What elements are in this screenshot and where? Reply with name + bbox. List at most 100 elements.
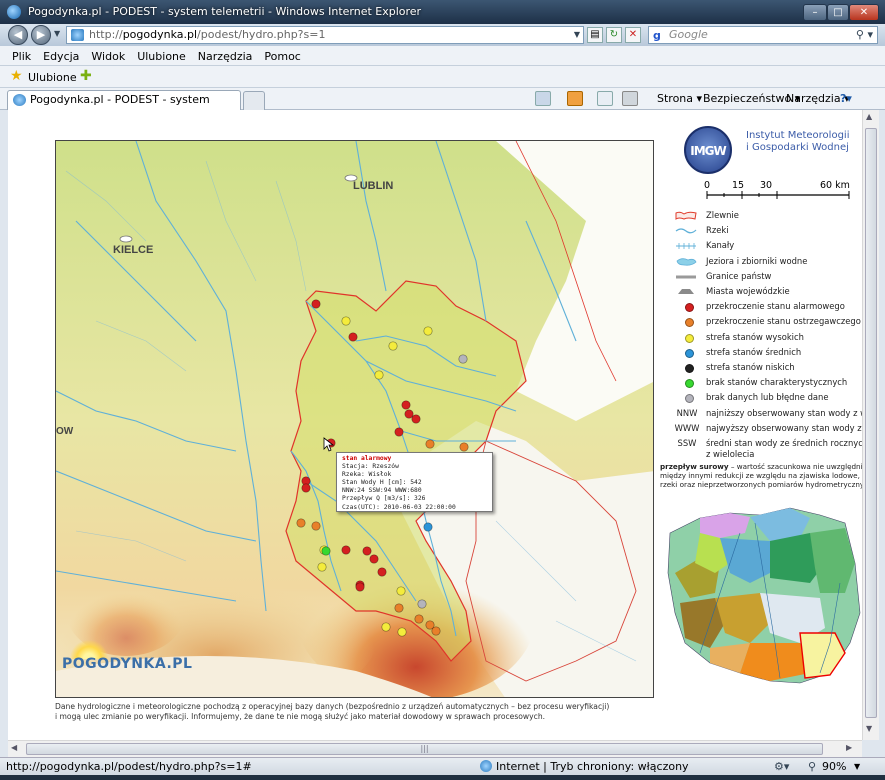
hydro-map[interactable]: LUBLIN KIELCE OW stan alarmowy Stacja: R… bbox=[55, 140, 654, 698]
address-path: /podest/hydro.php?s=1 bbox=[197, 28, 326, 41]
refresh-icon[interactable]: ↻ bbox=[606, 27, 622, 43]
station-marker-alarm[interactable] bbox=[394, 427, 404, 437]
page-menu[interactable]: Strona ▾ bbox=[657, 92, 702, 105]
station-marker-warn[interactable] bbox=[425, 439, 435, 449]
station-marker-alarm[interactable] bbox=[377, 567, 387, 577]
compat-view-icon[interactable]: ▤ bbox=[587, 27, 603, 43]
legend-dot-icon bbox=[685, 379, 694, 389]
menu-edycja[interactable]: Edycja bbox=[43, 50, 79, 63]
disclaimer-line-1: Dane hydrologiczne i meteorologiczne poc… bbox=[55, 702, 610, 711]
station-marker-high[interactable] bbox=[341, 316, 351, 326]
status-bar: http://pogodynka.pl/podest/hydro.php?s=1… bbox=[0, 757, 885, 775]
station-marker-warn[interactable] bbox=[431, 626, 441, 636]
station-marker-alarm[interactable] bbox=[311, 299, 321, 309]
favorites-star-icon[interactable]: ★ bbox=[10, 68, 23, 84]
back-button[interactable]: ◀ bbox=[8, 25, 28, 45]
station-marker-high[interactable] bbox=[317, 562, 327, 572]
popup-station: Stacja: Rzeszów bbox=[342, 463, 399, 471]
search-icon[interactable]: ⚲ ▾ bbox=[856, 27, 873, 43]
station-popup: stan alarmowy Stacja: Rzeszów Rzeka: Wis… bbox=[336, 452, 493, 512]
maximize-button[interactable]: □ bbox=[827, 4, 849, 21]
forward-button[interactable]: ▶ bbox=[31, 25, 51, 45]
status-url: http://pogodynka.pl/podest/hydro.php?s=1… bbox=[6, 760, 252, 773]
station-marker-nodata[interactable] bbox=[458, 354, 468, 364]
station-marker-nodata[interactable] bbox=[417, 599, 427, 609]
address-toolbar: ◀ ▶ ▼ http://pogodynka.pl/podest/hydro.p… bbox=[0, 24, 885, 46]
station-marker-warn[interactable] bbox=[459, 442, 469, 452]
new-tab-button[interactable] bbox=[243, 91, 265, 110]
zoom-dropdown-icon[interactable]: ▼ bbox=[854, 759, 860, 775]
station-marker-high[interactable] bbox=[388, 341, 398, 351]
legend-symbol-dot bbox=[674, 362, 698, 373]
station-marker-high[interactable] bbox=[423, 326, 433, 336]
station-marker-warn[interactable] bbox=[311, 521, 321, 531]
station-marker-alarm[interactable] bbox=[341, 545, 351, 555]
station-marker-alarm[interactable] bbox=[401, 400, 411, 410]
station-marker-warn[interactable] bbox=[414, 614, 424, 624]
vertical-scroll-thumb[interactable] bbox=[865, 128, 877, 718]
legend-label: Kanały bbox=[706, 240, 735, 251]
legend-dot-icon bbox=[685, 348, 694, 358]
menu-pomoc[interactable]: Pomoc bbox=[264, 50, 300, 63]
zoom-icon[interactable]: ⚲ bbox=[808, 759, 816, 775]
imgw-logo: IMGW bbox=[684, 126, 732, 174]
address-dropdown-icon[interactable]: ▼ bbox=[574, 27, 580, 43]
disclaimer: Dane hydrologiczne i meteorologiczne poc… bbox=[55, 702, 655, 721]
history-dropdown-icon[interactable]: ▼ bbox=[54, 29, 60, 38]
address-bar[interactable]: http://pogodynka.pl/podest/hydro.php?s=1… bbox=[66, 26, 584, 44]
legend-symbol-dot bbox=[674, 332, 698, 343]
station-marker-alarm[interactable] bbox=[369, 554, 379, 564]
poland-overview-map[interactable] bbox=[660, 503, 865, 693]
station-marker-high[interactable] bbox=[397, 627, 407, 637]
menu-widok[interactable]: Widok bbox=[91, 50, 125, 63]
menu-plik[interactable]: Plik bbox=[12, 50, 31, 63]
scroll-up-icon[interactable]: ▲ bbox=[866, 112, 872, 121]
station-marker-mid[interactable] bbox=[423, 522, 433, 532]
tab-current[interactable]: Pogodynka.pl - PODEST - system telemetri… bbox=[7, 90, 241, 124]
legend-dot-icon bbox=[685, 394, 694, 404]
menu-ulubione[interactable]: Ulubione bbox=[137, 50, 186, 63]
station-marker-none[interactable] bbox=[321, 546, 331, 556]
station-marker-high[interactable] bbox=[381, 622, 391, 632]
pogodynka-logo[interactable]: POGODYNKA.PL bbox=[62, 656, 192, 672]
scroll-down-icon[interactable]: ▼ bbox=[866, 724, 872, 733]
stop-icon[interactable]: ✕ bbox=[625, 27, 641, 43]
legend-symbol-dot bbox=[674, 301, 698, 313]
station-marker-warn[interactable] bbox=[296, 518, 306, 528]
station-marker-alarm[interactable] bbox=[348, 332, 358, 342]
mail-icon[interactable] bbox=[597, 91, 613, 106]
station-marker-alarm[interactable] bbox=[411, 414, 421, 424]
legend-symbol-basin bbox=[674, 210, 698, 221]
vertical-scrollbar[interactable]: ▲ ▼ bbox=[862, 110, 879, 740]
station-marker-alarm[interactable] bbox=[301, 483, 311, 493]
print-icon[interactable] bbox=[622, 91, 638, 106]
help-menu[interactable]: ?▾ bbox=[840, 92, 852, 105]
window-title: Pogodynka.pl - PODEST - system telemetri… bbox=[28, 5, 422, 18]
add-favorite-icon[interactable]: ✚ bbox=[80, 68, 92, 84]
scroll-right-icon[interactable]: ▶ bbox=[846, 743, 852, 752]
minimize-button[interactable]: – bbox=[803, 4, 827, 21]
favorites-button[interactable]: Ulubione bbox=[28, 71, 77, 84]
legend-label: Rzeki bbox=[706, 225, 729, 236]
station-marker-alarm[interactable] bbox=[355, 582, 365, 592]
protected-mode-icon[interactable]: ⚙▾ bbox=[774, 759, 789, 775]
search-input[interactable]: g Google ⚲ ▾ bbox=[648, 26, 878, 44]
scroll-left-icon[interactable]: ◀ bbox=[11, 743, 17, 752]
legend-label: Zlewnie bbox=[706, 210, 739, 220]
horizontal-scrollbar[interactable]: ◀ ||| ▶ bbox=[8, 740, 862, 757]
horizontal-scroll-thumb[interactable]: ||| bbox=[26, 743, 823, 755]
feeds-icon[interactable] bbox=[567, 91, 583, 106]
station-marker-warn[interactable] bbox=[394, 603, 404, 613]
home-icon[interactable] bbox=[535, 91, 551, 106]
flow-note-rest: – wartość szacunkowa nie uwzględniają bbox=[728, 463, 865, 471]
station-marker-high[interactable] bbox=[374, 370, 384, 380]
station-marker-alarm[interactable] bbox=[404, 409, 414, 419]
zoom-level[interactable]: 90% bbox=[822, 759, 846, 775]
disclaimer-line-2: i mogą ulec zmianie po weryfikacji. Info… bbox=[55, 711, 546, 721]
menu-narzedzia[interactable]: Narzędzia bbox=[198, 50, 253, 63]
close-button[interactable]: ✕ bbox=[849, 4, 879, 21]
station-marker-alarm[interactable] bbox=[362, 546, 372, 556]
station-marker-high[interactable] bbox=[396, 586, 406, 596]
security-zone[interactable]: Internet | Tryb chroniony: włączony bbox=[496, 759, 689, 775]
title-bar: Pogodynka.pl - PODEST - system telemetri… bbox=[0, 0, 885, 24]
